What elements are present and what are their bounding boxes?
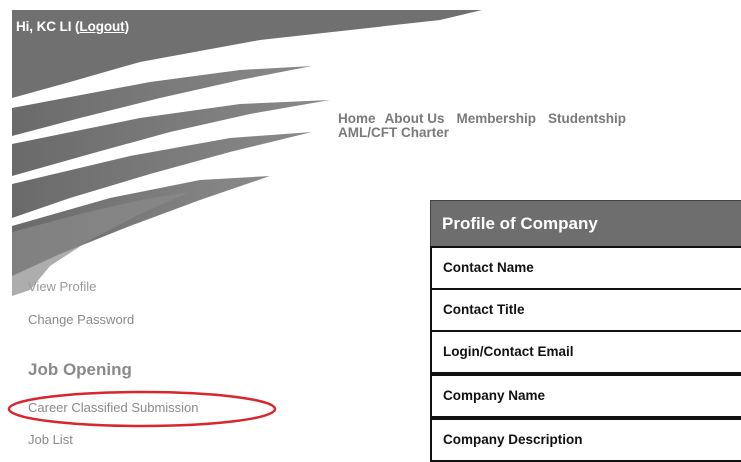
greeting-text: Hi, KC LI xyxy=(16,19,72,34)
panel-row-login-contact-email: Login/Contact Email xyxy=(430,330,741,374)
panel-row-company-name: Company Name xyxy=(430,374,741,418)
nav-item-home[interactable]: Home xyxy=(338,112,376,126)
panel-title: Profile of Company xyxy=(430,200,741,246)
user-greeting: Hi, KC LI (Logout) xyxy=(16,19,129,34)
panel-row-contact-name: Contact Name xyxy=(430,246,741,290)
nav-item-aml-cft-charter[interactable]: AML/CFT Charter xyxy=(338,126,449,140)
sidebar-heading-job-opening: Job Opening xyxy=(28,360,132,379)
company-profile-panel: Profile of Company Contact Name Contact … xyxy=(430,200,741,462)
sidebar-link-view-profile[interactable]: View Profile xyxy=(28,279,96,294)
nav-item-membership[interactable]: Membership xyxy=(457,112,537,126)
highlight-ellipse-annotation xyxy=(7,390,277,428)
main-nav: Home About Us Membership Studentship AML/CF… xyxy=(338,112,738,140)
sidebar-link-change-password[interactable]: Change Password xyxy=(28,312,134,327)
nav-item-studentship[interactable]: Studentship xyxy=(548,112,626,126)
sidebar-link-job-list[interactable]: Job List xyxy=(28,432,73,447)
page: Hi, KC LI (Logout) Home About Us Membershi… xyxy=(0,0,741,462)
panel-row-company-description: Company Description xyxy=(430,418,741,462)
panel-row-contact-title: Contact Title xyxy=(430,288,741,332)
logout-link[interactable]: Logout xyxy=(79,19,124,34)
close-paren: ) xyxy=(124,19,130,34)
nav-item-about-us[interactable]: About Us xyxy=(385,112,445,126)
